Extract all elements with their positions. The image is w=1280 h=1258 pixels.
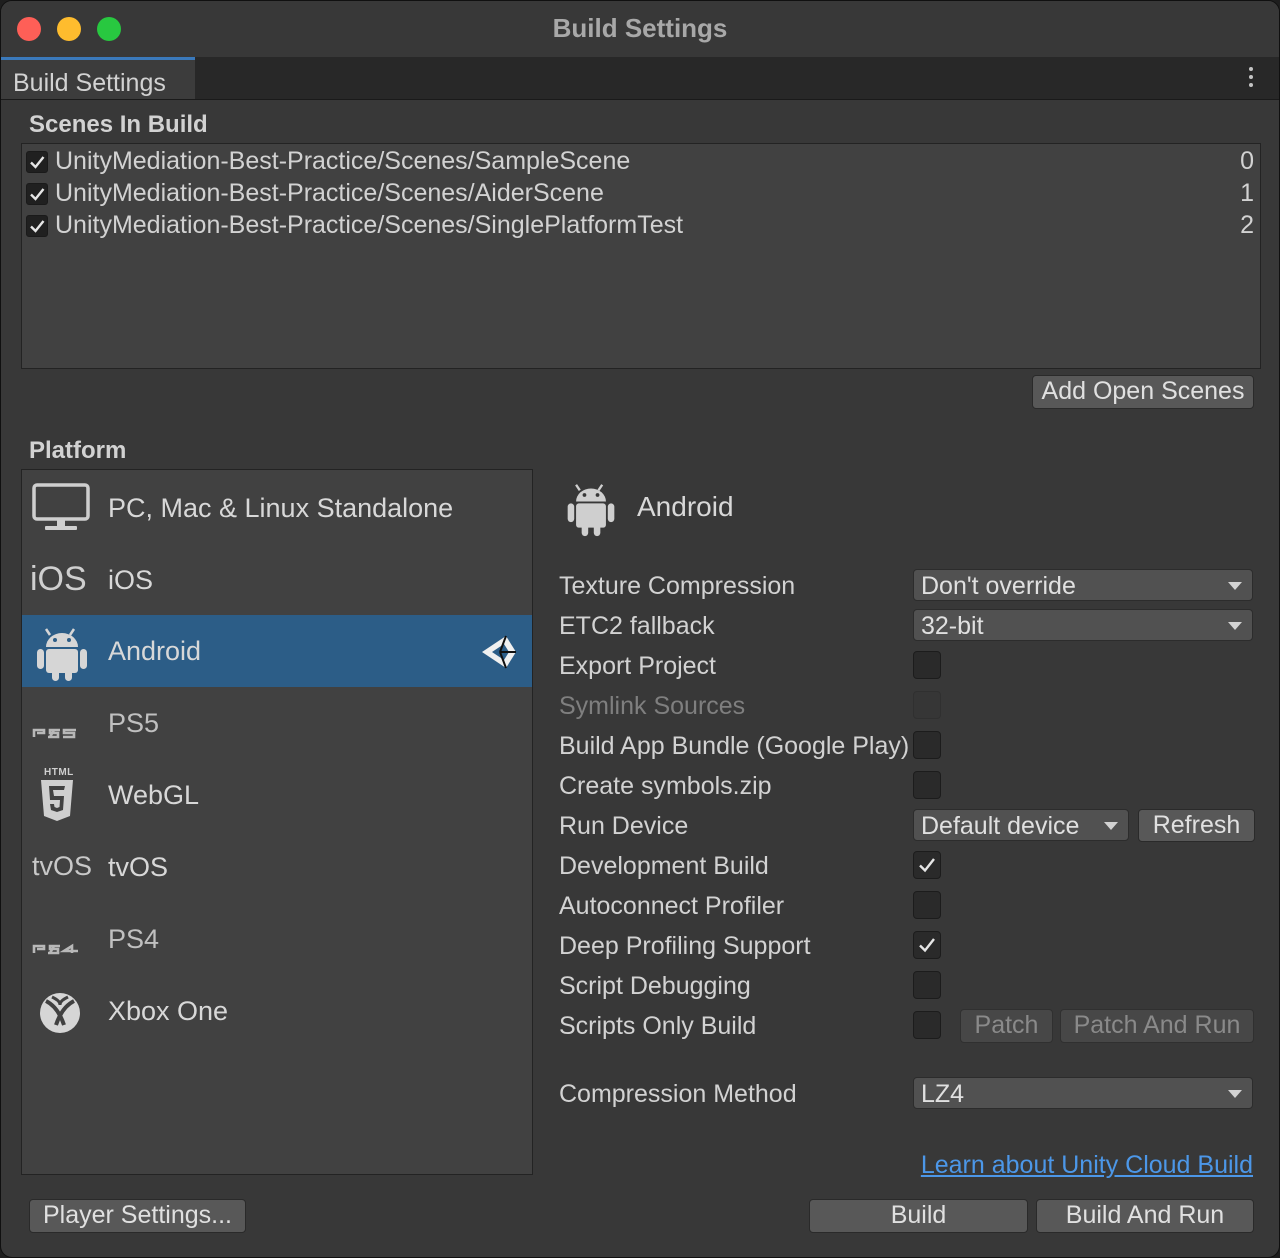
platform-list: PC, Mac & Linux Standalone iOS iOS Andro… [21, 469, 533, 1175]
run-device-value: Default device [921, 812, 1080, 840]
scripts-only-build-label: Scripts Only Build [559, 1012, 757, 1040]
platform-label: Android [108, 636, 202, 666]
export-project-checkbox[interactable] [913, 651, 941, 679]
tab-bar: Build Settings [1, 57, 1279, 100]
platform-label: tvOS [108, 852, 169, 882]
checkmark-icon [919, 858, 935, 873]
platform-item-ios[interactable]: iOS iOS [22, 544, 532, 616]
texture-compression-value: Don't override [921, 572, 1076, 600]
checkmark-icon [919, 938, 935, 953]
add-open-scenes-button[interactable]: Add Open Scenes [1032, 375, 1254, 409]
refresh-button[interactable]: Refresh [1138, 809, 1255, 842]
scenes-list: UnityMediation-Best-Practice/Scenes/Samp… [21, 143, 1261, 369]
create-symbols-label: Create symbols.zip [559, 772, 772, 800]
unity-logo-icon [480, 633, 520, 671]
texture-compression-dropdown[interactable]: Don't override [913, 569, 1253, 601]
xbox-icon [32, 985, 92, 1037]
ps4-icon [32, 913, 92, 965]
scene-row[interactable]: UnityMediation-Best-Practice/Scenes/Aide… [22, 178, 1260, 210]
selected-platform-title: Android [637, 491, 734, 522]
platform-item-xbox-one[interactable]: Xbox One [22, 975, 532, 1047]
build-settings-window: Build Settings Build Settings Scenes In … [0, 0, 1280, 1258]
deep-profiling-label: Deep Profiling Support [559, 932, 811, 960]
platform-item-ps5[interactable]: PS5 [22, 687, 532, 759]
run-device-label: Run Device [559, 812, 689, 840]
etc2-fallback-value: 32-bit [921, 612, 984, 640]
scene-row[interactable]: UnityMediation-Best-Practice/Scenes/Sing… [22, 210, 1260, 242]
autoconnect-profiler-checkbox[interactable] [913, 891, 941, 919]
monitor-icon [32, 482, 92, 534]
unity-cloud-build-link[interactable]: Learn about Unity Cloud Build [921, 1151, 1253, 1180]
build-app-bundle-label: Build App Bundle (Google Play) [559, 732, 910, 760]
window-title: Build Settings [552, 13, 728, 43]
build-app-bundle-checkbox[interactable] [913, 731, 941, 759]
build-and-run-button[interactable]: Build And Run [1036, 1199, 1254, 1233]
scene-index: 2 [1240, 211, 1254, 239]
platform-item-webgl[interactable]: HTML WebGL [22, 759, 532, 831]
etc2-fallback-dropdown[interactable]: 32-bit [913, 609, 1253, 641]
title-bar: Build Settings [1, 1, 1279, 57]
scene-path: UnityMediation-Best-Practice/Scenes/Sing… [55, 211, 684, 239]
scene-path: UnityMediation-Best-Practice/Scenes/Samp… [55, 147, 631, 175]
html5-icon: HTML [32, 767, 92, 821]
run-device-dropdown[interactable]: Default device [913, 809, 1129, 841]
scripts-only-build-checkbox[interactable] [913, 1011, 941, 1039]
platform-label: iOS [108, 565, 154, 595]
platform-item-ps4[interactable]: PS4 [22, 903, 532, 975]
export-project-label: Export Project [559, 652, 717, 680]
compression-method-value: LZ4 [921, 1080, 965, 1108]
symlink-sources-label: Symlink Sources [559, 692, 746, 720]
scene-checkbox[interactable] [26, 183, 48, 205]
ps5-icon [32, 697, 92, 749]
script-debugging-checkbox[interactable] [913, 971, 941, 999]
script-debugging-label: Script Debugging [559, 972, 751, 1000]
build-button[interactable]: Build [809, 1199, 1028, 1233]
create-symbols-checkbox[interactable] [913, 771, 941, 799]
tab-build-settings[interactable]: Build Settings [1, 57, 195, 99]
compression-method-label: Compression Method [559, 1080, 797, 1108]
scene-checkbox[interactable] [26, 151, 48, 173]
ios-icon: iOS [30, 560, 87, 598]
compression-method-dropdown[interactable]: LZ4 [913, 1077, 1253, 1109]
player-settings-button[interactable]: Player Settings... [29, 1199, 246, 1233]
patch-button[interactable]: Patch [960, 1009, 1053, 1043]
platform-label: PC, Mac & Linux Standalone [108, 493, 454, 523]
development-build-checkbox[interactable] [913, 851, 941, 879]
autoconnect-profiler-label: Autoconnect Profiler [559, 892, 785, 920]
symlink-sources-checkbox [913, 691, 941, 719]
scene-row[interactable]: UnityMediation-Best-Practice/Scenes/Samp… [22, 146, 1260, 178]
development-build-label: Development Build [559, 852, 769, 880]
deep-profiling-checkbox[interactable] [913, 931, 941, 959]
android-icon [32, 625, 92, 681]
platform-label: Xbox One [108, 996, 229, 1026]
platform-label: PS4 [108, 924, 160, 954]
chevron-down-icon [1228, 582, 1242, 590]
chevron-down-icon [1228, 1090, 1242, 1098]
scenes-in-build-header: Scenes In Build [29, 111, 208, 138]
scene-index: 0 [1240, 147, 1254, 175]
platform-label: WebGL [108, 780, 200, 810]
android-title-icon [563, 479, 619, 539]
platform-label: PS5 [108, 708, 160, 738]
patch-and-run-button[interactable]: Patch And Run [1060, 1009, 1254, 1043]
tvos-icon: tvOS [32, 851, 93, 881]
chevron-down-icon [1104, 822, 1118, 830]
scene-path: UnityMediation-Best-Practice/Scenes/Aide… [55, 179, 604, 207]
scene-index: 1 [1240, 179, 1254, 207]
chevron-down-icon [1228, 622, 1242, 630]
platform-header: Platform [29, 437, 127, 464]
platform-item-standalone[interactable]: PC, Mac & Linux Standalone [22, 472, 532, 544]
etc2-fallback-label: ETC2 fallback [559, 612, 715, 640]
kebab-menu-icon[interactable] [1249, 67, 1253, 91]
platform-item-android[interactable]: Android [22, 615, 532, 687]
platform-item-tvos[interactable]: tvOS tvOS [22, 831, 532, 903]
texture-compression-label: Texture Compression [559, 572, 796, 600]
scene-checkbox[interactable] [26, 215, 48, 237]
